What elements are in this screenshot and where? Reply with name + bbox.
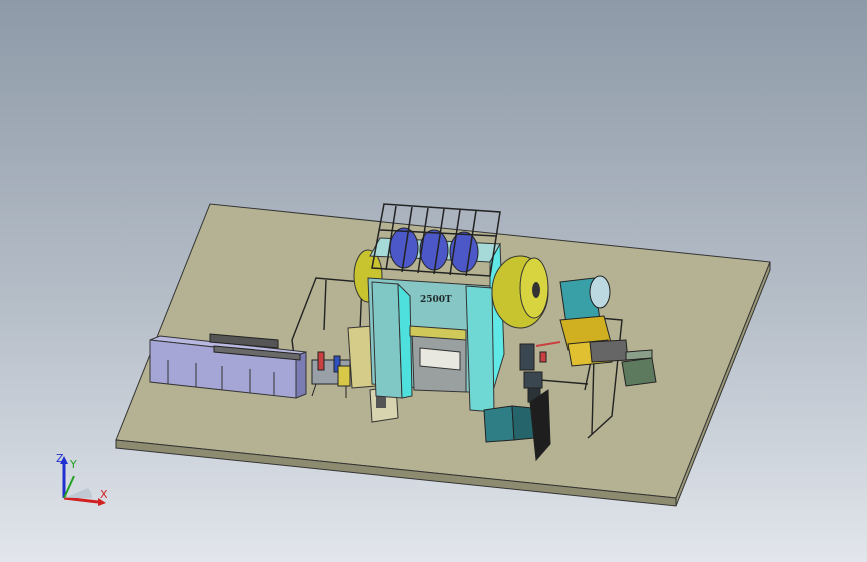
axis-y-label: Y [69, 458, 77, 471]
3d-viewport[interactable]: 2500T X Y Z [0, 0, 867, 562]
axis-z-label: Z [56, 452, 64, 465]
flywheel-right [491, 255, 549, 329]
axis-x-label: X [100, 488, 108, 501]
electrical-box-right [621, 349, 657, 387]
control-unit-bottom [483, 405, 535, 443]
press-label: 2500T [420, 295, 452, 305]
assembly-scene[interactable]: 2500T [0, 0, 867, 562]
axis-triad: X Y Z [56, 452, 108, 506]
